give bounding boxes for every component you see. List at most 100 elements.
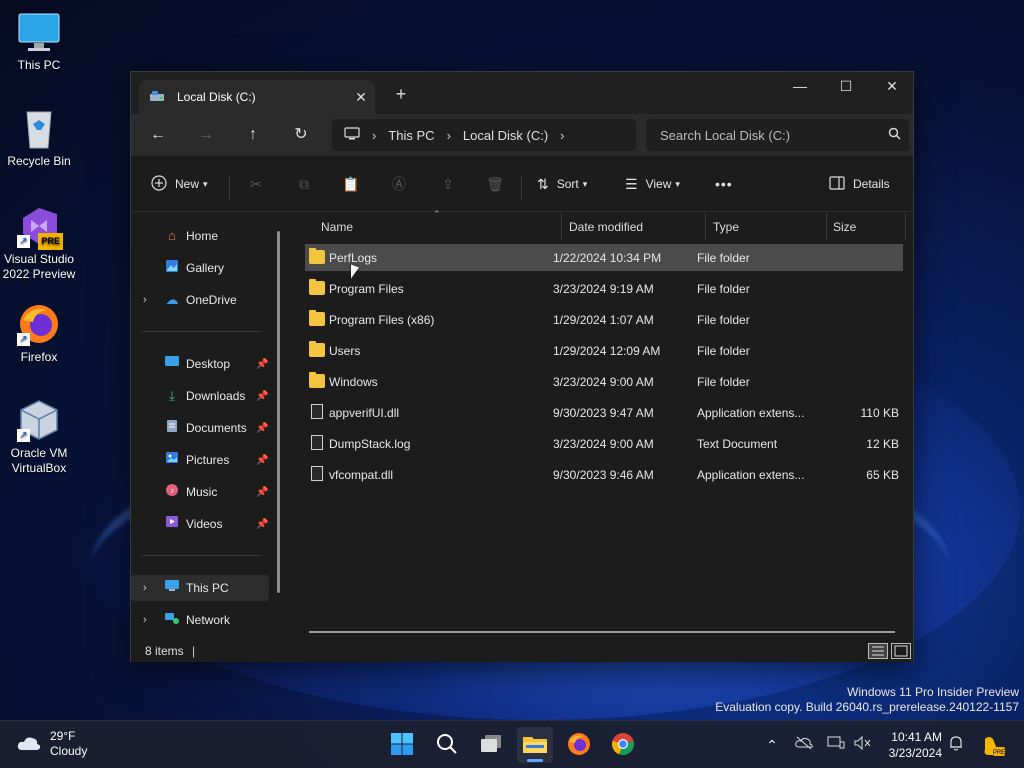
column-header-size[interactable]: Size [833,213,856,241]
sort-button[interactable]: ⇅ Sort ▾ [537,170,587,198]
refresh-icon: ↻ [294,126,308,143]
clock-date: 3/23/2024 [888,746,942,760]
more-options-button[interactable]: ••• [715,170,733,198]
nav-scrollbar[interactable] [277,231,280,593]
delete-icon[interactable]: 🗑 [485,174,505,194]
column-divider[interactable] [705,213,706,241]
details-view-button[interactable] [868,643,888,659]
paste-icon[interactable]: 📋 [341,174,361,194]
task-view-button[interactable] [473,727,509,763]
weather-widget[interactable]: 29°F Cloudy [16,729,87,759]
copilot-preview-icon[interactable]: PRE [980,735,1006,756]
pin-icon[interactable]: 📌 [256,391,268,402]
table-row[interactable]: Program Files (x86) 1/29/2024 1:07 AM Fi… [305,306,903,333]
chevron-right-icon[interactable]: › [143,582,147,594]
pin-icon[interactable]: 📌 [256,359,268,370]
share-icon[interactable]: ⇪ [438,174,458,194]
pin-icon[interactable]: 📌 [256,487,268,498]
pin-icon[interactable]: 📌 [256,455,268,466]
address-bar[interactable]: › This PC › Local Disk (C:) › [332,119,636,151]
table-row[interactable]: appverifUI.dll 9/30/2023 9:47 AM Applica… [305,399,903,426]
chevron-right-icon[interactable]: › [560,128,564,143]
desktop-icon-firefox[interactable]: ↗ Firefox [0,302,78,365]
folder-icon [309,279,325,295]
up-button[interactable]: ↑ [238,122,268,148]
copy-icon[interactable]: ⧉ [294,174,314,194]
network-icon[interactable] [826,735,846,755]
view-button[interactable]: ☰ View ▾ [625,170,680,198]
tiles-view-button[interactable] [891,643,911,659]
horizontal-scrollbar[interactable] [309,631,895,633]
sidebar-item-pictures[interactable]: Pictures 📌 [131,447,271,473]
chrome-taskbar-button[interactable] [605,727,641,763]
column-divider[interactable] [905,213,906,241]
onedrive-offline-icon[interactable] [794,735,814,755]
column-divider[interactable] [826,213,827,241]
search-input[interactable]: Search Local Disk (C:) [646,119,909,151]
pin-icon[interactable]: 📌 [256,519,268,530]
tab-close-icon[interactable]: ✕ [347,89,375,106]
tab-local-disk[interactable]: Local Disk (C:) ✕ [139,80,375,114]
sidebar-item-label: Downloads [186,389,246,403]
maximize-button[interactable]: ☐ [823,72,869,104]
sidebar-item-documents[interactable]: Documents 📌 [131,415,271,441]
sidebar-item-onedrive[interactable]: › ☁ OneDrive [131,287,271,313]
table-row[interactable]: Program Files 3/23/2024 9:19 AM File fol… [305,275,903,302]
file-explorer-taskbar-button[interactable] [517,727,553,763]
rename-icon[interactable]: Ⓐ [389,174,409,194]
column-header-type[interactable]: Type [713,213,739,241]
cut-icon[interactable]: ✂ [246,174,266,194]
table-row[interactable]: Users 1/29/2024 12:09 AM File folder [305,337,903,364]
table-row[interactable]: PerfLogs 1/22/2024 10:34 PM File folder [305,244,903,271]
table-row[interactable]: DumpStack.log 3/23/2024 9:00 AM Text Doc… [305,430,903,457]
column-divider[interactable] [561,213,562,241]
breadcrumb-local-disk[interactable]: Local Disk (C:) [463,128,548,143]
breadcrumb-this-pc[interactable]: This PC [388,128,434,143]
refresh-button[interactable]: ↻ [286,122,316,148]
sidebar-item-gallery[interactable]: Gallery [131,255,271,281]
firefox-taskbar-button[interactable] [561,727,597,763]
this-pc-icon [163,579,181,597]
table-row[interactable]: Windows 3/23/2024 9:00 AM File folder [305,368,903,395]
sidebar-item-music[interactable]: ♪ Music 📌 [131,479,271,505]
desktop-icon-virtualbox[interactable]: ↗ Oracle VM VirtualBox [0,398,78,476]
start-button[interactable] [384,727,420,763]
shortcut-arrow-icon: ↗ [17,333,30,346]
desktop-icon-this-pc[interactable]: This PC [0,10,78,73]
sidebar-item-desktop[interactable]: Desktop 📌 [131,351,271,377]
table-row[interactable]: vfcompat.dll 9/30/2023 9:46 AM Applicati… [305,461,903,488]
sidebar-item-home[interactable]: ⌂ Home [131,223,271,249]
gallery-icon [163,259,181,277]
chevron-up-icon[interactable]: ⌃ [762,735,782,755]
notification-bell-icon[interactable] [946,735,966,755]
clock[interactable]: 10:41 AM 3/23/2024 [878,729,942,761]
file-size: 110 KB [860,406,899,420]
details-pane-button[interactable]: Details [829,170,890,198]
new-button[interactable]: New ▾ [151,170,208,198]
column-header-date[interactable]: Date modified [569,213,643,241]
volume-muted-icon[interactable] [852,735,872,755]
desktop-icon-visual-studio[interactable]: PRE ↗ Visual Studio 2022 Preview [0,204,78,282]
sidebar-item-this-pc[interactable]: › This PC [131,575,269,601]
sidebar-item-downloads[interactable]: ⤓ Downloads 📌 [131,383,271,409]
column-header-name[interactable]: Name [321,213,353,241]
back-button[interactable]: ← [143,122,173,148]
task-view-icon [479,734,503,757]
chevron-right-icon[interactable]: › [143,294,147,306]
file-name: Users [329,344,361,358]
forward-button[interactable]: → [191,122,221,148]
sidebar-item-videos[interactable]: Videos 📌 [131,511,271,537]
close-button[interactable]: ✕ [869,72,915,104]
pin-icon[interactable]: 📌 [256,423,268,434]
new-tab-button[interactable]: + [389,84,413,105]
sidebar-item-network[interactable]: › Network [131,607,271,633]
clock-time: 10:41 AM [891,730,942,744]
chevron-right-icon[interactable]: › [143,614,147,626]
file-explorer-icon [522,733,548,758]
minimize-button[interactable]: — [777,72,823,104]
desktop-icon-label: Oracle VM VirtualBox [10,446,68,475]
toolbar-divider [229,176,230,200]
file-name: vfcompat.dll [329,468,394,482]
desktop-icon-recycle-bin[interactable]: Recycle Bin [0,106,78,169]
search-button[interactable] [429,727,465,763]
